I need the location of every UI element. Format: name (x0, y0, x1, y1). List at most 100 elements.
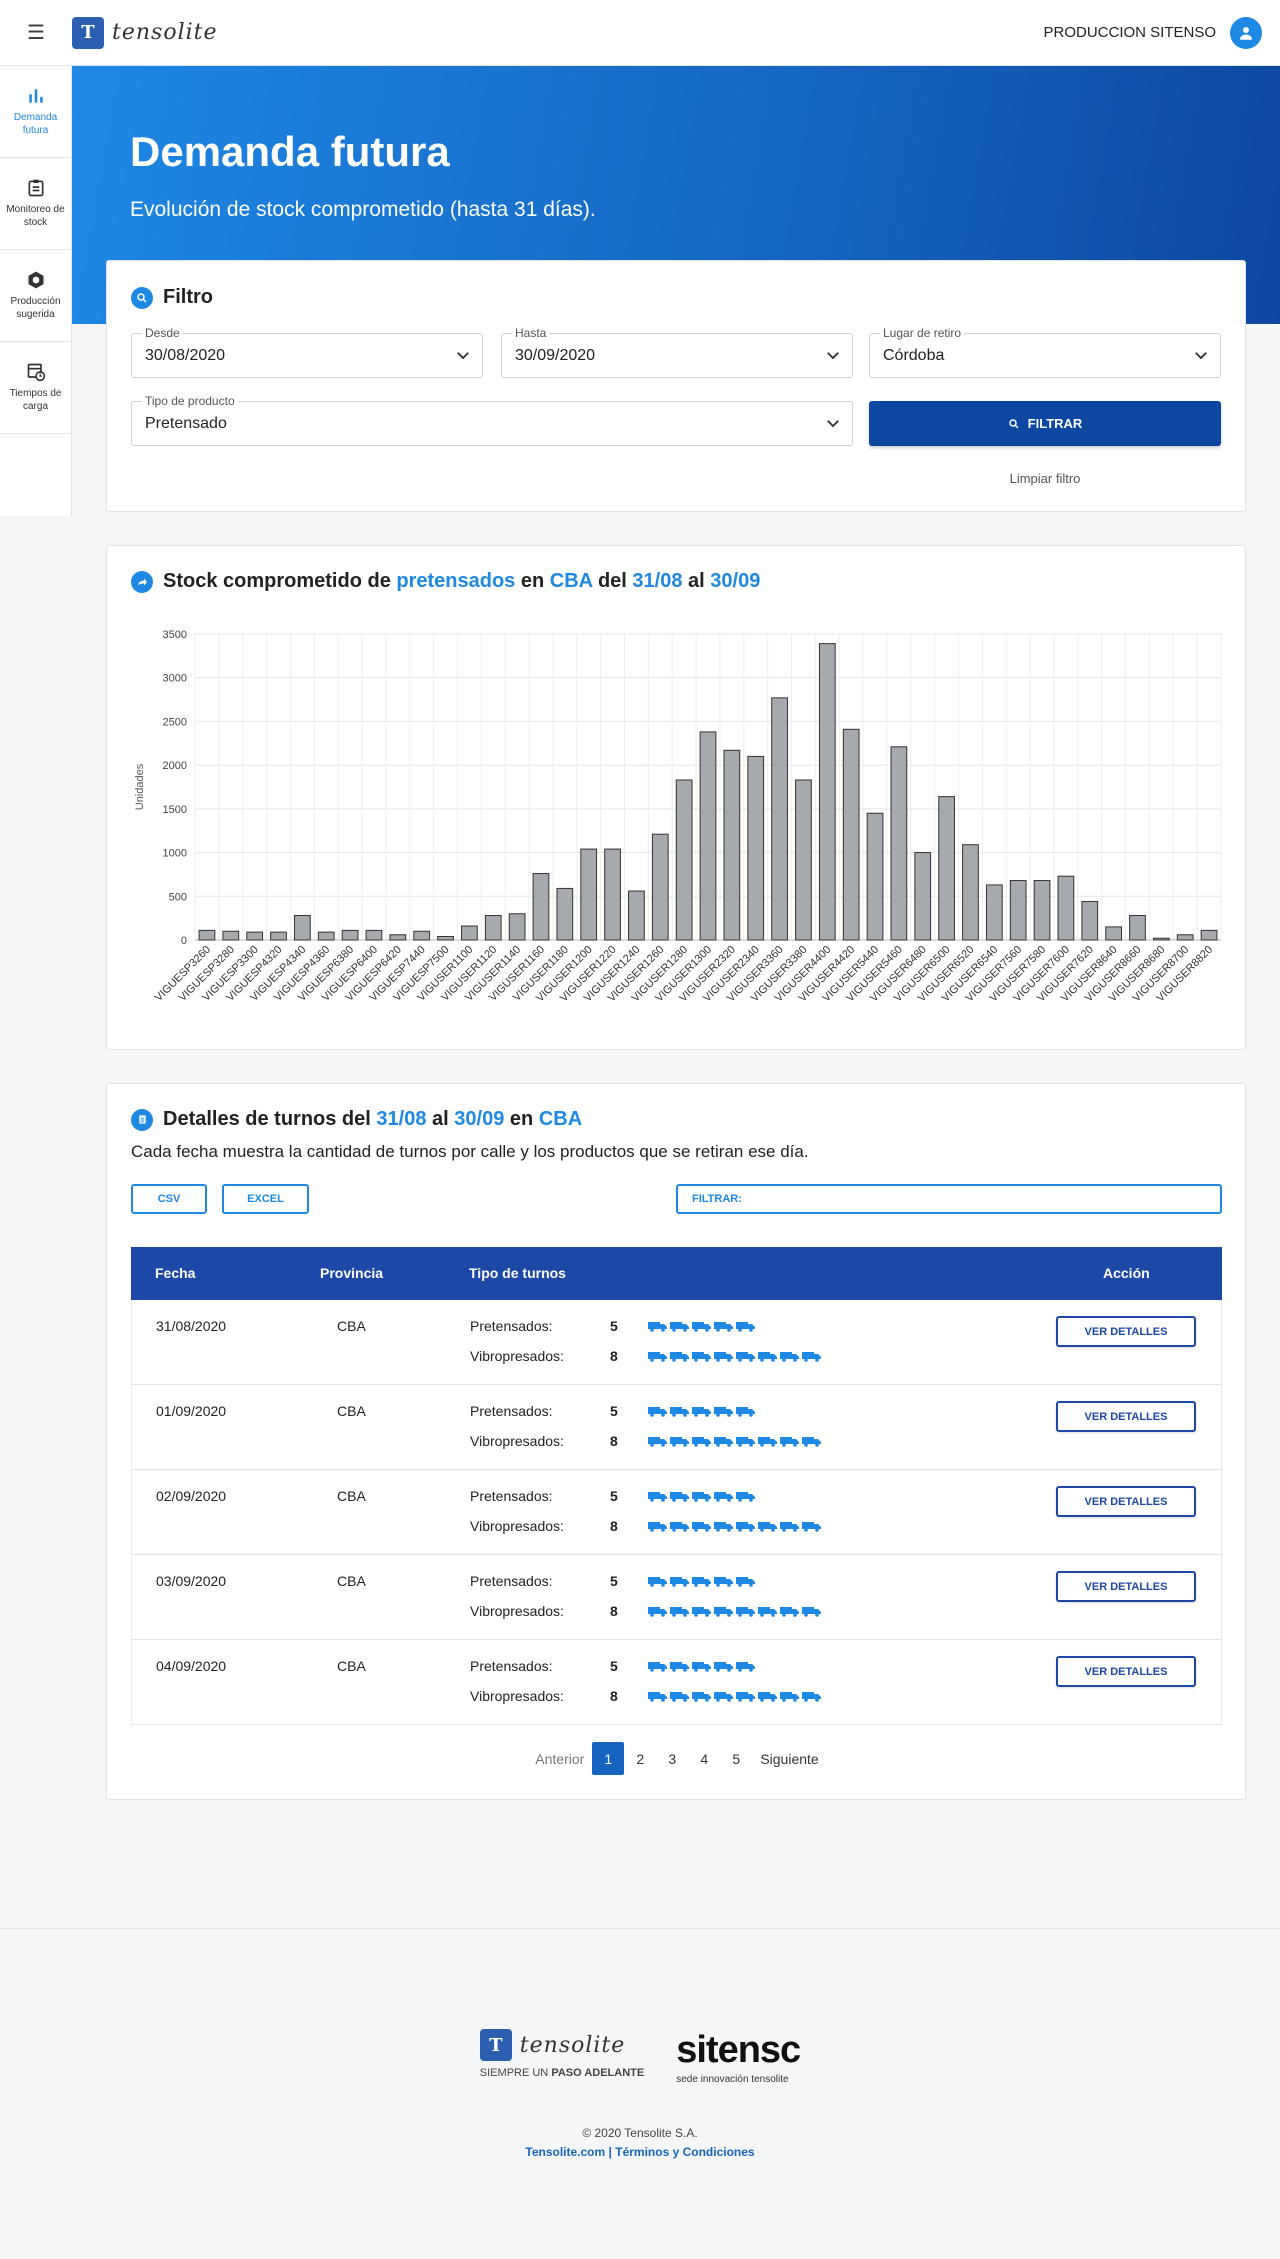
truck-icon (802, 1352, 821, 1362)
truck-icon (802, 1692, 821, 1702)
csv-button[interactable]: CSV (131, 1184, 207, 1214)
tipo-producto-select[interactable]: Tipo de producto Pretensado (131, 394, 853, 446)
sidebar-item-monitoreo-stock[interactable]: Monitoreo de stock (0, 158, 71, 250)
trending-arrow-icon (131, 570, 153, 593)
filtrar-button[interactable]: FILTRAR (869, 401, 1221, 446)
truck-icon (736, 1577, 755, 1587)
page-title: Demanda futura (130, 128, 450, 175)
table-row: 02/09/2020 CBA Pretensados: 5 Vibropresados:… (131, 1470, 1222, 1555)
ver-detalles-button[interactable]: VER DETALLES (1056, 1571, 1196, 1602)
menu-icon[interactable]: ☰ (0, 0, 72, 66)
truck-icon (692, 1522, 711, 1532)
footer-sitenso-logo[interactable]: sitensc sede innovación tensolite (676, 2029, 801, 2085)
column-header-provincia[interactable]: Provincia (320, 1265, 383, 1281)
bar-VIGUESP6400 (365, 929, 383, 941)
lugar-retiro-select[interactable]: Lugar de retiro Córdoba (869, 326, 1221, 378)
ver-detalles-button[interactable]: VER DETALLES (1056, 1486, 1196, 1517)
bar-VIGUESP4340 (293, 915, 311, 941)
sidebar-item-produccion-sugerida[interactable]: Producción sugerida (0, 250, 71, 342)
cell-pre-count: 5 (610, 1318, 618, 1334)
stock-chart-title: Stock comprometido de pretensados en CBA… (131, 570, 760, 593)
footer-tagline: SIEMPRE UN PASO ADELANTE (479, 2067, 645, 2079)
pagination-page-5[interactable]: 5 (720, 1742, 752, 1775)
search-icon (131, 286, 153, 309)
page-subtitle: Evolución de stock comprometido (hasta 3… (130, 198, 596, 221)
sidebar-item-tiempos-carga[interactable]: Tiempos de carga (0, 342, 71, 434)
truck-icon (736, 1607, 755, 1617)
brand-logo[interactable]: T tensolite (72, 16, 218, 49)
truck-icons-pretensados (648, 1576, 756, 1587)
bar-VIGUSER1280 (675, 779, 693, 941)
footer-tensolite-logo[interactable]: T tensolite SIEMPRE UN PASO ADELANTE (479, 2029, 645, 2079)
pagination-page-2[interactable]: 2 (624, 1742, 656, 1775)
truck-icon (736, 1662, 755, 1672)
desde-select[interactable]: Desde 30/08/2020 (131, 326, 483, 378)
pagination-page-1[interactable]: 1 (592, 1742, 625, 1775)
truck-icon (714, 1492, 733, 1502)
truck-icon (714, 1352, 733, 1362)
cell-vibro-count: 8 (610, 1348, 618, 1364)
pagination: Anterior 1 2 3 4 5 Siguiente (107, 1742, 1247, 1775)
pagination-next[interactable]: Siguiente (752, 1742, 826, 1775)
truck-icons-vibropresados (648, 1606, 822, 1617)
truck-icon (670, 1407, 689, 1417)
turnos-title: Detalles de turnos del 31/08 al 30/09 en… (131, 1108, 582, 1131)
sidebar-item-label: Tiempos de carga (9, 388, 62, 412)
truck-icon (802, 1607, 821, 1617)
pagination-prev[interactable]: Anterior (527, 1742, 592, 1775)
hasta-select[interactable]: Hasta 30/09/2020 (501, 326, 853, 378)
truck-icon (648, 1692, 667, 1702)
bar-VIGUSER6520 (962, 844, 979, 941)
bar-VIGUSER1300 (699, 731, 717, 941)
limpiar-filtro-link[interactable]: Limpiar filtro (869, 471, 1221, 486)
cell-pre-count: 5 (610, 1403, 618, 1419)
cell-vibro-label: Vibropresados: (470, 1688, 564, 1704)
pagination-page-4[interactable]: 4 (688, 1742, 720, 1775)
truck-icons-vibropresados (648, 1436, 822, 1447)
user-avatar-icon[interactable] (1230, 16, 1262, 49)
bar-VIGUSER5440 (866, 812, 884, 941)
top-bar: ☰ T tensolite PRODUCCION SITENSO (0, 0, 1280, 66)
cell-pre-count: 5 (610, 1658, 618, 1674)
column-header-fecha[interactable]: Fecha (155, 1265, 195, 1281)
bar-VIGUSER8660 (1129, 915, 1146, 941)
truck-icon (648, 1607, 667, 1617)
truck-icon (736, 1522, 755, 1532)
ver-detalles-button[interactable]: VER DETALLES (1056, 1316, 1196, 1347)
column-header-accion[interactable]: Acción (1103, 1265, 1150, 1281)
document-icon (131, 1108, 153, 1131)
truck-icon (736, 1492, 755, 1502)
truck-icon (670, 1577, 689, 1587)
bar-VIGUSER7620 (1081, 901, 1099, 941)
truck-icon (648, 1322, 667, 1332)
tensolite-logo-icon: T (479, 2029, 512, 2061)
cell-pre-label: Pretensados: (470, 1488, 553, 1504)
terminos-link[interactable]: Términos y Condiciones (615, 2145, 754, 2159)
truck-icon (736, 1352, 755, 1362)
bar-VIGUSER1140 (508, 913, 526, 941)
cell-vibro-label: Vibropresados: (470, 1433, 564, 1449)
truck-icon (692, 1662, 711, 1672)
pagination-page-3[interactable]: 3 (656, 1742, 688, 1775)
bar-VIGUSER8640 (1105, 926, 1123, 941)
sidebar-item-label: Monitoreo de stock (6, 204, 65, 228)
search-icon (1008, 418, 1019, 429)
bar-VIGUSER1180 (556, 887, 574, 941)
truck-icon (714, 1407, 733, 1417)
column-header-tipo[interactable]: Tipo de turnos (469, 1265, 566, 1281)
bar-VIGUSER4420 (842, 728, 860, 941)
excel-button[interactable]: EXCEL (222, 1184, 309, 1214)
ver-detalles-button[interactable]: VER DETALLES (1056, 1656, 1196, 1687)
truck-icon (670, 1352, 689, 1362)
cell-fecha: 04/09/2020 (156, 1658, 227, 1674)
y-tick-label: 0 (181, 935, 187, 947)
tensolite-link[interactable]: Tensolite.com (525, 2145, 605, 2159)
ver-detalles-button[interactable]: VER DETALLES (1056, 1401, 1196, 1432)
truck-icon (692, 1492, 711, 1502)
truck-icons-pretensados (648, 1491, 756, 1502)
user-menu[interactable]: PRODUCCION SITENSO (1043, 16, 1280, 49)
sidebar-item-demanda-futura[interactable]: Demanda futura (0, 66, 71, 158)
truck-icon (648, 1492, 667, 1502)
table-filter-input[interactable]: FILTRAR: (676, 1184, 1222, 1214)
bar-VIGUESP7500 (437, 936, 454, 941)
